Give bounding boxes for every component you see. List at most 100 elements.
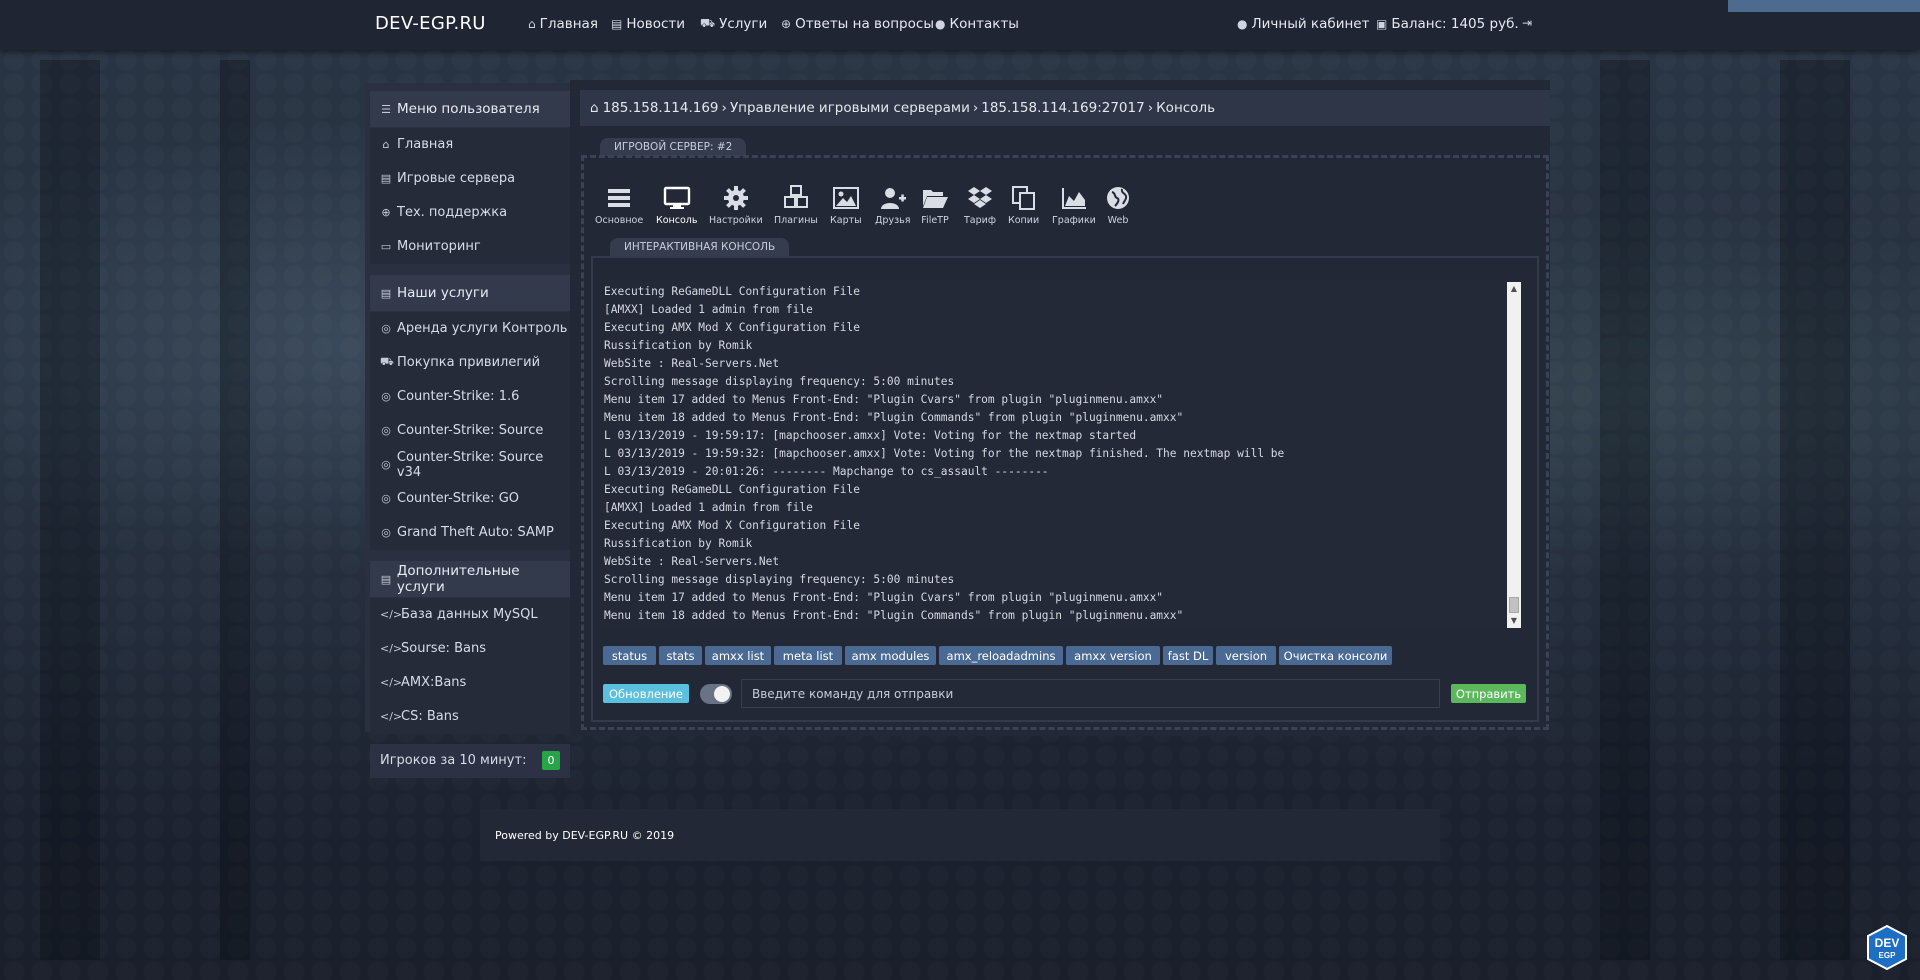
send-button[interactable]: Отправить — [1451, 684, 1526, 703]
console-line: L 03/13/2019 - 19:59:32: [mapchooser.amx… — [604, 447, 1285, 460]
logout-button[interactable]: ⇥ — [1522, 16, 1532, 30]
console-tab[interactable]: ИНТЕРАКТИВНАЯ КОНСОЛЬ — [610, 238, 790, 256]
nav-news[interactable]: ▤ Новости — [611, 16, 685, 32]
sidebar-item-samp[interactable]: ◎ Grand Theft Auto: SAMP — [370, 516, 570, 550]
sidebar-item-label: CS: Bans — [401, 709, 459, 724]
tool-label: Основное — [595, 215, 644, 226]
sidebar-item-monitoring[interactable]: ▭ Мониторинг — [370, 230, 570, 264]
tool-filetp[interactable]: FileTP — [921, 184, 949, 226]
top-navbar: DEV-EGP.RU ⌂ Главная ▤ Новости ⛟ Услуги ⊕ От… — [0, 0, 1920, 50]
cart-icon: ⛟ — [380, 355, 394, 368]
sidebar-item-control[interactable]: ◎ Аренда услуги Контроль — [370, 312, 570, 346]
cmd-amxx-version-button[interactable]: amxx version — [1066, 646, 1160, 665]
user-icon: ● — [1237, 17, 1248, 31]
sidebar-item-label: Тех. поддержка — [397, 205, 508, 220]
cmd-fast-dl-button[interactable]: fast DL — [1163, 646, 1213, 665]
gear-icon — [723, 186, 748, 210]
console-line: L 03/13/2019 - 19:59:17: [mapchooser.amx… — [604, 429, 1137, 442]
dev-egp-logo[interactable]: DEV EGP — [1866, 925, 1908, 970]
sidebar-item-support[interactable]: ⊕ Тех. поддержка — [370, 196, 570, 230]
breadcrumb-item[interactable]: Управление игровыми серверами — [730, 100, 970, 116]
sidebar-item-privileges[interactable]: ⛟ Покупка привилегий — [370, 346, 570, 380]
tool-maps[interactable]: Карты — [830, 184, 862, 226]
cmd-amx-reloadadmins-button[interactable]: amx_reloadadmins — [939, 646, 1063, 665]
cmd-status-button[interactable]: status — [603, 646, 656, 665]
console-line: Russification by Romik — [604, 537, 753, 550]
console-scrollbar[interactable]: ▲ ▼ — [1507, 282, 1521, 628]
extra-services-title: ▤ Дополнительные услуги — [370, 561, 570, 597]
site-brand[interactable]: DEV-EGP.RU — [375, 13, 486, 34]
sidebar-item-csgo[interactable]: ◎ Counter-Strike: GO — [370, 482, 570, 516]
tool-main[interactable]: Основное — [595, 184, 643, 226]
clear-console-button[interactable]: Очистка консоли — [1279, 646, 1392, 665]
sidebar-item-csbans[interactable]: </> CS: Bans — [370, 700, 570, 734]
auto-refresh-toggle[interactable] — [700, 684, 732, 704]
tool-friends[interactable]: Друзья — [875, 184, 910, 226]
tool-console[interactable]: Консоль — [656, 184, 697, 226]
tool-label: Плагины — [774, 215, 818, 226]
sidebar-item-game-servers[interactable]: ▤ Игровые сервера — [370, 162, 570, 196]
breadcrumb-item[interactable]: 185.158.114.169:27017 — [981, 100, 1144, 116]
breadcrumb-item[interactable]: 185.158.114.169 — [603, 100, 719, 116]
refresh-button[interactable]: Обновление — [603, 684, 689, 703]
footer: Powered by DEV-EGP.RU © 2019 — [480, 809, 1440, 861]
gamepad-icon: ◎ — [381, 458, 391, 471]
sidebar-item-css-v34[interactable]: ◎ Counter-Strike: Source v34 — [370, 448, 570, 482]
cmd-meta-list-button[interactable]: meta list — [774, 646, 842, 665]
cmd-amx-modules-button[interactable]: amx modules — [845, 646, 936, 665]
tool-settings[interactable]: Настройки — [709, 184, 763, 226]
console-line: Scrolling message displaying frequency: … — [604, 573, 955, 586]
heading-label: Дополнительные услуги — [396, 563, 520, 595]
nav-label: Услуги — [719, 16, 768, 32]
nav-home[interactable]: ⌂ Главная — [528, 16, 598, 32]
sidebar-item-cs16[interactable]: ◎ Counter-Strike: 1.6 — [370, 380, 570, 414]
scroll-thumb[interactable] — [1509, 597, 1519, 613]
lifebuoy-icon: ⊕ — [381, 206, 391, 219]
tool-label: Друзья — [875, 215, 911, 226]
gamepad-icon: ◎ — [381, 390, 391, 403]
sidebar-item-sourcebans[interactable]: </> Sourse: Bans — [370, 632, 570, 666]
nav-balance[interactable]: ▣ Баланс: 1405 руб. — [1376, 16, 1519, 32]
nav-faq[interactable]: ⊕ Ответы на вопросы — [781, 16, 934, 32]
console-line: Menu item 18 added to Menus Front-End: "… — [604, 411, 1184, 424]
cmd-stats-button[interactable]: stats — [659, 646, 702, 665]
cmd-amxx-list-button[interactable]: amxx list — [705, 646, 771, 665]
home-icon: ⌂ — [590, 100, 599, 116]
top-accent-bar — [1728, 0, 1920, 12]
scroll-up-icon[interactable]: ▲ — [1507, 282, 1521, 296]
heading-label: Меню пользователя — [397, 101, 540, 117]
nav-contacts[interactable]: ● Контакты — [935, 16, 1019, 32]
tool-tariff[interactable]: Тариф — [964, 184, 996, 226]
sidebar-item-amxbans[interactable]: </> AMX:Bans — [370, 666, 570, 700]
cmd-version-button[interactable]: version — [1216, 646, 1276, 665]
sidebar-item-label: Покупка привилегий — [397, 355, 541, 370]
sidebar-item-css[interactable]: ◎ Counter-Strike: Source — [370, 414, 570, 448]
nav-services[interactable]: ⛟ Услуги — [700, 16, 767, 32]
tool-label: Графики — [1052, 215, 1096, 226]
tool-label: Копии — [1008, 215, 1040, 226]
nav-account[interactable]: ● Личный кабинет — [1237, 16, 1369, 32]
sidebar-item-home[interactable]: ⌂ Главная — [370, 128, 570, 162]
breadcrumb-separator: › — [1147, 100, 1154, 116]
cart-icon: ⛟ — [700, 16, 716, 30]
logo-text: DEV — [1875, 936, 1900, 950]
sidebar-item-label: Игровые сервера — [397, 171, 516, 186]
sign-out-icon: ⇥ — [1522, 16, 1533, 30]
user-icon: ● — [935, 17, 946, 31]
tool-graphs[interactable]: Графики — [1052, 184, 1096, 226]
tool-copies[interactable]: Копии — [1008, 184, 1039, 226]
tool-web[interactable]: Web — [1104, 184, 1132, 226]
tool-plugins[interactable]: Плагины — [774, 184, 818, 226]
scroll-down-icon[interactable]: ▼ — [1507, 614, 1521, 628]
server-tab[interactable]: ИГРОВОЙ СЕРВЕР: #2 — [600, 138, 747, 156]
command-input[interactable]: Введите команду для отправки — [741, 679, 1440, 708]
sidebar-item-label: Главная — [397, 137, 454, 152]
tool-label: Web — [1107, 215, 1129, 226]
console-line: L 03/13/2019 - 20:01:26: -------- Mapcha… — [604, 465, 1049, 478]
sidebar-item-mysql[interactable]: </> База данных MySQL — [370, 598, 570, 632]
breadcrumb-separator: › — [972, 100, 979, 116]
code-icon: </> — [380, 710, 403, 723]
logo-text: EGP — [1879, 951, 1897, 960]
gamepad-icon: ◎ — [381, 322, 391, 335]
menu-icon: ☰ — [381, 102, 391, 116]
